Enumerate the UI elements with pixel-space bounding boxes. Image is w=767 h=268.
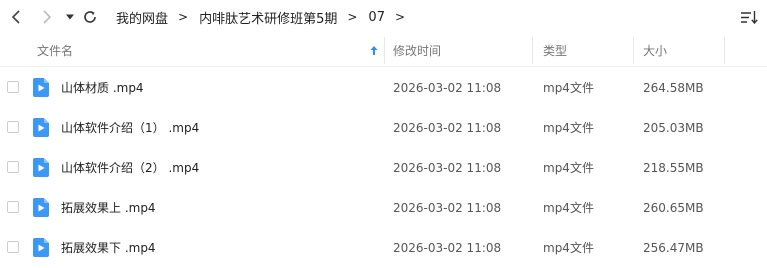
column-divider[interactable] [724,37,725,64]
file-modified: 2026-03-02 11:08 [393,241,502,255]
table-row[interactable]: 山体软件介绍（2） .mp4 2026-03-02 11:08 mp4文件 21… [0,148,767,188]
column-divider[interactable] [532,37,533,64]
file-type: mp4文件 [543,201,594,215]
column-header: 文件名 修改时间 类型 大小 [0,34,767,67]
table-row[interactable]: 拓展效果上 .mp4 2026-03-02 11:08 mp4文件 260.65… [0,188,767,228]
table-row[interactable]: 山体材质 .mp4 2026-03-02 11:08 mp4文件 264.58M… [0,68,767,108]
file-type: mp4文件 [543,161,594,175]
column-type[interactable]: 类型 [543,34,567,66]
table-row[interactable]: 山体软件介绍（1） .mp4 2026-03-02 11:08 mp4文件 20… [0,108,767,148]
video-file-icon [33,238,49,257]
column-divider[interactable] [633,37,634,64]
toolbar: 我的网盘 > 内啡肽艺术研修班第5期 > 07 > [0,0,767,34]
row-checkbox[interactable] [7,241,19,253]
row-checkbox[interactable] [7,161,19,173]
breadcrumb-item-current[interactable]: 07 [368,10,385,25]
breadcrumb-expand-icon[interactable]: > [395,10,405,24]
refresh-icon [84,11,96,23]
file-modified: 2026-03-02 11:08 [393,161,502,175]
column-name[interactable]: 文件名 [37,34,73,66]
breadcrumb-item-folder[interactable]: 内啡肽艺术研修班第5期 [199,8,337,27]
file-size: 205.03MB [643,121,704,135]
video-file-icon [33,78,49,97]
breadcrumb: 我的网盘 > 内啡肽艺术研修班第5期 > 07 > [116,0,416,34]
sort-list-icon [741,11,758,25]
video-file-icon [33,118,49,137]
file-name[interactable]: 山体软件介绍（1） .mp4 [61,108,199,148]
file-type: mp4文件 [543,241,594,255]
row-checkbox[interactable] [7,201,19,213]
breadcrumb-separator-icon: > [347,10,358,24]
table-row[interactable]: 拓展效果下 .mp4 2026-03-02 11:08 mp4文件 256.47… [0,228,767,268]
file-modified: 2026-03-02 11:08 [393,201,502,215]
file-size: 218.55MB [643,161,704,175]
file-size: 260.65MB [643,201,704,215]
refresh-button[interactable] [80,7,100,27]
file-modified: 2026-03-02 11:08 [393,121,502,135]
video-file-icon [33,158,49,177]
sort-options-button[interactable] [739,8,759,26]
file-name[interactable]: 拓展效果上 .mp4 [61,188,156,228]
breadcrumb-separator-icon: > [178,10,189,24]
breadcrumb-item-root[interactable]: 我的网盘 [116,8,168,27]
caret-down-icon [66,14,74,20]
video-file-icon [33,198,49,217]
forward-button[interactable] [37,7,57,27]
file-name[interactable]: 拓展效果下 .mp4 [61,228,156,268]
chevron-left-icon [11,10,20,24]
row-checkbox[interactable] [7,81,19,93]
column-size[interactable]: 大小 [643,34,667,66]
file-type: mp4文件 [543,121,594,135]
file-size: 256.47MB [643,241,704,255]
file-size: 264.58MB [643,81,704,95]
history-dropdown-button[interactable] [60,7,80,27]
column-divider[interactable] [384,37,385,64]
row-checkbox[interactable] [7,121,19,133]
file-name[interactable]: 山体软件介绍（2） .mp4 [61,148,199,188]
file-type: mp4文件 [543,81,594,95]
chevron-right-icon [43,10,52,24]
file-modified: 2026-03-02 11:08 [393,81,502,95]
file-name[interactable]: 山体材质 .mp4 [61,68,144,108]
back-button[interactable] [6,7,26,27]
column-modified[interactable]: 修改时间 [393,34,441,66]
arrow-up-icon[interactable] [369,45,379,56]
